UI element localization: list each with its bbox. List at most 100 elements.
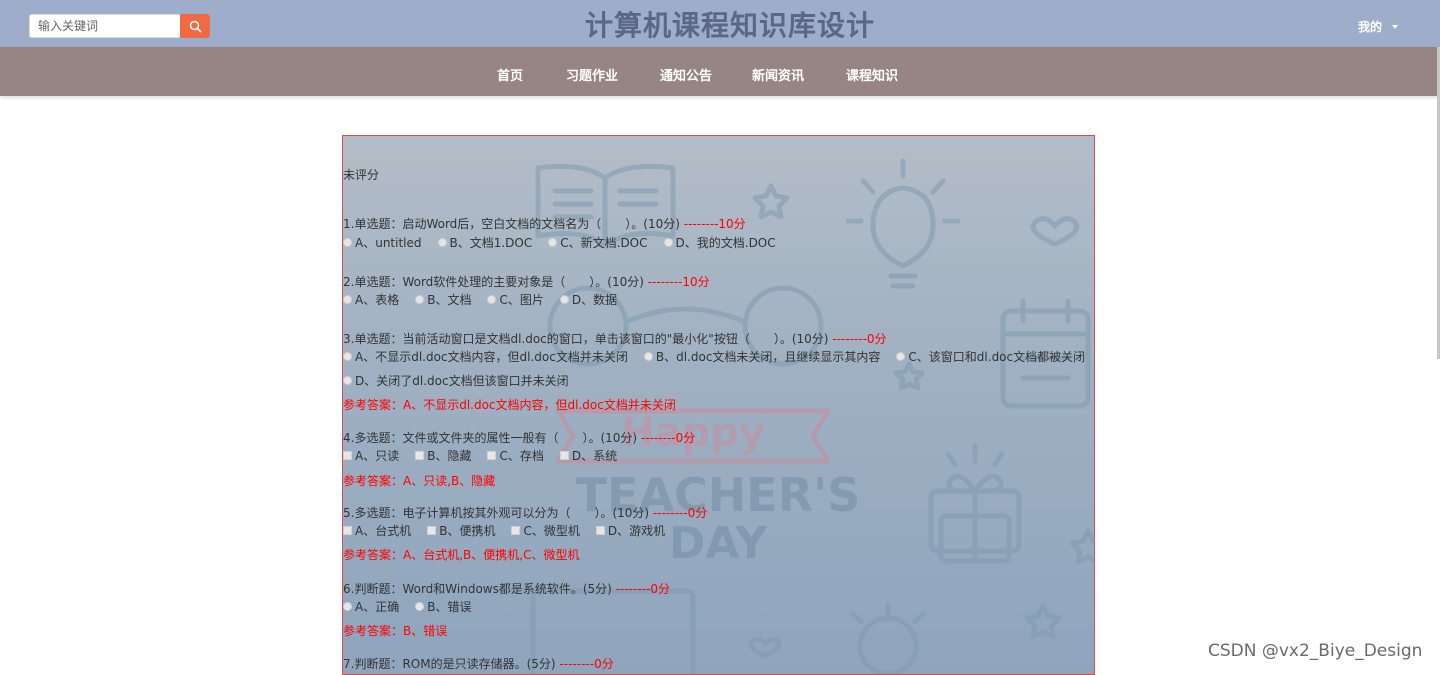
exam-result-panel: Happy TEACHER'S DAY 未评分 1.单选题：启动Word后，空白… [342,135,1095,675]
radio-button[interactable] [663,238,673,247]
option-label: A、不显示dl.doc文档内容，但dl.doc文档并未关闭 [355,350,628,364]
option-label: D、数据 [571,293,618,307]
radio-button[interactable] [343,376,352,385]
option-b[interactable]: B、隐藏 [415,447,471,464]
question-score: --------0分 [652,506,708,520]
main-nav: 首页 习题作业 通知公告 新闻资讯 课程知识 [0,47,1440,96]
question-options: A、台式机 B、便携机 C、微型机 D、游戏机 [343,522,681,539]
option-b[interactable]: B、便携机 [427,522,495,539]
csdn-watermark: CSDN @vx2_Biye_Design [1208,641,1423,661]
radio-button[interactable] [343,238,352,247]
option-a[interactable]: A、untitled [343,234,422,251]
option-label: D、我的文档.DOC [675,236,776,250]
radio-button[interactable] [343,602,352,611]
svg-text:DAY: DAY [669,518,768,569]
checkbox[interactable] [511,526,521,535]
checkbox[interactable] [487,451,497,460]
question-score: --------0分 [615,582,670,596]
checkbox[interactable] [559,451,569,460]
radio-button[interactable] [643,352,653,361]
nav-item-home[interactable]: 首页 [497,65,523,84]
grading-status: 未评分 [343,168,380,182]
checkbox[interactable] [415,451,425,460]
radio-button[interactable] [343,352,352,361]
radio-button[interactable] [559,295,569,304]
reference-answer: 参考答案：A、台式机,B、便携机,C、微型机 [343,548,580,562]
option-label: B、dl.doc文档未关闭，且继续显示其内容 [655,350,881,364]
question-title: 3.单选题：当前活动窗口是文档dl.doc的窗口，单击该窗口的"最小化"按钮（ … [343,330,887,347]
question-score: --------10分 [683,217,746,231]
option-c[interactable]: C、图片 [487,291,544,308]
question-options: D、关闭了dl.doc文档但该窗口并未关闭 [343,372,585,389]
checkbox[interactable] [595,526,605,535]
question-options: A、只读 B、隐藏 C、存档 D、系统 [343,447,633,464]
option-b[interactable]: B、dl.doc文档未关闭，且继续显示其内容 [643,348,881,365]
question-text: 2.单选题：Word软件处理的主要对象是（ ）。(10分) [343,275,644,289]
radio-button[interactable] [343,295,352,304]
radio-button[interactable] [437,238,447,247]
option-c[interactable]: C、该窗口和dl.doc文档都被关闭 [896,348,1085,365]
checkbox[interactable] [427,526,437,535]
nav-item-notices[interactable]: 通知公告 [660,65,712,84]
option-a[interactable]: A、正确 [343,598,399,615]
option-label: B、错误 [427,600,472,614]
question-text: 6.判断题：Word和Windows都是系统软件。(5分) [343,582,612,596]
reference-answer: 参考答案：A、只读,B、隐藏 [343,474,496,488]
question-text: 1.单选题：启动Word后，空白文档的文档名为（ ）。(10分) [343,217,680,231]
reference-answer: 参考答案：A、不显示dl.doc文档内容，但dl.doc文档并未关闭 [343,398,676,412]
top-header: 计算机课程知识库设计 我的 [0,0,1440,47]
nav-item-course-knowledge[interactable]: 课程知识 [846,65,898,84]
option-label: A、正确 [355,600,400,614]
checkbox[interactable] [343,526,352,535]
radio-button[interactable] [415,602,425,611]
option-b[interactable]: B、文档1.DOC [437,234,532,251]
radio-button[interactable] [415,295,425,304]
option-c[interactable]: C、微型机 [511,522,580,539]
option-d[interactable]: D、数据 [559,291,618,308]
user-menu[interactable]: 我的 [1358,18,1399,35]
option-d[interactable]: D、我的文档.DOC [663,234,776,251]
option-b[interactable]: B、文档 [415,291,471,308]
reference-answer: 参考答案：B、错误 [343,624,448,638]
option-label: B、便携机 [439,524,496,538]
question-options: A、正确 B、错误 [343,598,487,615]
option-b[interactable]: B、错误 [415,598,471,615]
checkbox[interactable] [343,451,352,460]
nav-item-news[interactable]: 新闻资讯 [752,65,804,84]
option-label: B、文档 [427,293,472,307]
option-label: C、微型机 [523,524,580,538]
option-label: D、系统 [571,449,618,463]
option-c[interactable]: C、存档 [487,447,544,464]
question-options: A、表格 B、文档 C、图片 D、数据 [343,291,633,308]
question-options: A、untitled B、文档1.DOC C、新文档.DOC D、我的文档.DO… [343,234,792,251]
option-a[interactable]: A、只读 [343,447,399,464]
option-a[interactable]: A、台式机 [343,522,411,539]
question-text: 3.单选题：当前活动窗口是文档dl.doc的窗口，单击该窗口的"最小化"按钮（ … [343,332,829,346]
nav-item-exercises[interactable]: 习题作业 [566,65,618,84]
radio-button[interactable] [548,238,558,247]
option-d[interactable]: D、系统 [559,447,618,464]
question-options: A、不显示dl.doc文档内容，但dl.doc文档并未关闭 B、dl.doc文档… [343,348,1094,365]
option-label: D、关闭了dl.doc文档但该窗口并未关闭 [355,374,569,388]
option-label: A、表格 [355,293,400,307]
radio-button[interactable] [487,295,497,304]
question-text: 4.多选题：文件或文件夹的属性一般有（ ）。(10分) [343,431,638,445]
option-label: D、游戏机 [607,524,666,538]
question-title: 7.判断题：ROM的是只读存储器。(5分) --------0分 [343,655,614,672]
option-label: C、图片 [499,293,544,307]
question-title: 2.单选题：Word软件处理的主要对象是（ ）。(10分) --------10… [343,273,710,290]
option-label: A、untitled [355,236,422,250]
radio-button[interactable] [896,352,906,361]
question-title: 1.单选题：启动Word后，空白文档的文档名为（ ）。(10分) -------… [343,215,746,232]
option-d[interactable]: D、游戏机 [595,522,666,539]
question-score: --------0分 [832,332,887,346]
option-a[interactable]: A、不显示dl.doc文档内容，但dl.doc文档并未关闭 [343,348,628,365]
option-label: B、隐藏 [427,449,472,463]
chevron-down-icon [1392,25,1399,29]
option-d[interactable]: D、关闭了dl.doc文档但该窗口并未关闭 [343,372,569,389]
question-text: 7.判断题：ROM的是只读存储器。(5分) [343,657,556,671]
option-a[interactable]: A、表格 [343,291,399,308]
question-score: --------0分 [559,657,614,671]
option-c[interactable]: C、新文档.DOC [548,234,648,251]
option-label: A、只读 [355,449,400,463]
